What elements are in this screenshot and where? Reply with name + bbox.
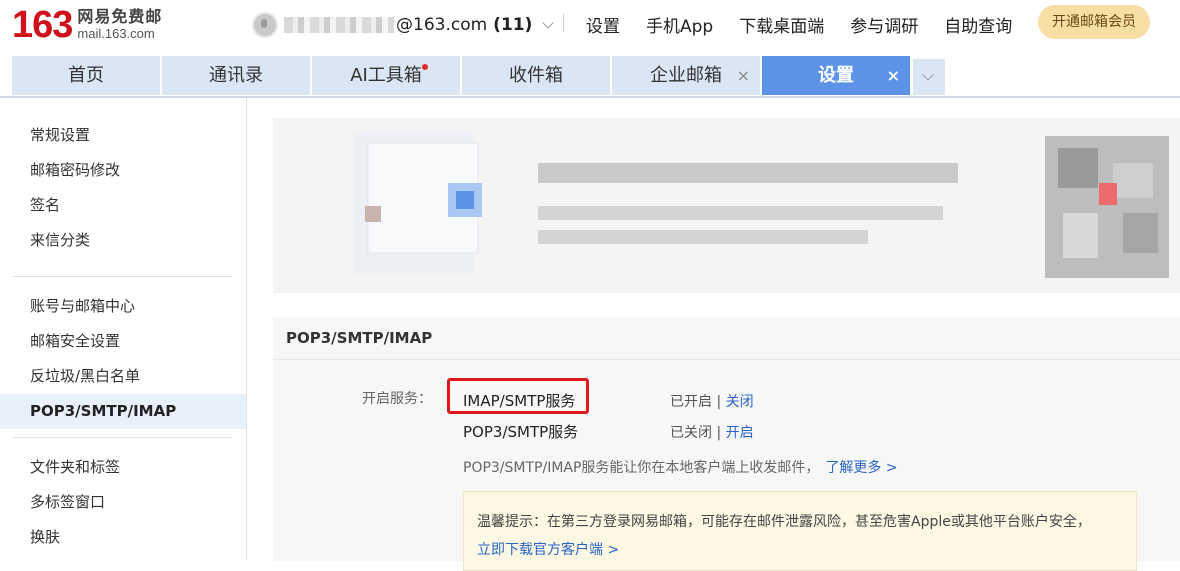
service-status-pop3: 已关闭 | 开启 xyxy=(670,422,754,442)
close-icon[interactable]: × xyxy=(887,56,900,95)
sidebar-item-signature[interactable]: 签名 xyxy=(0,188,246,223)
status-separator: | xyxy=(716,425,722,441)
sidebar-group: 常规设置 邮箱密码修改 签名 来信分类 xyxy=(0,98,246,268)
sidebar-item-skin[interactable]: 换肤 xyxy=(0,520,246,555)
link-download-desktop[interactable]: 下载桌面端 xyxy=(739,12,824,37)
service-label: 开启服务： xyxy=(362,391,432,407)
redacted-account-name xyxy=(284,17,394,33)
netease-mail-logo[interactable]: 163 网易免费邮 mail.163.com xyxy=(12,4,162,46)
service-name-pop3: POP3/SMTP服务 xyxy=(463,423,579,441)
tab-bar: 首页 通讯录 AI工具箱 收件箱 企业邮箱 × 设置 × xyxy=(0,56,1180,98)
tab-enterprise-mail[interactable]: 企业邮箱 × xyxy=(612,56,760,95)
sidebar-group: 文件夹和标签 多标签窗口 换肤 xyxy=(0,438,246,565)
account-menu[interactable]: @163.com (11) xyxy=(252,12,555,38)
status-separator: | xyxy=(716,394,722,410)
tip-text: 温馨提示：在第三方登录网易邮箱，可能存在邮件泄露风险，甚至危害Apple或其他平… xyxy=(477,514,1091,530)
chevron-down-icon[interactable] xyxy=(542,17,555,29)
service-status-imap: 已开启 | 关闭 xyxy=(670,391,754,411)
link-survey[interactable]: 参与调研 xyxy=(850,12,918,37)
close-icon[interactable]: × xyxy=(737,56,750,95)
settings-sidebar: 常规设置 邮箱密码修改 签名 来信分类 账号与邮箱中心 邮箱安全设置 反垃圾/黑… xyxy=(0,98,247,561)
status-text: 已开启 xyxy=(670,394,712,410)
link-mobile-app[interactable]: 手机App xyxy=(646,12,713,37)
header-divider xyxy=(563,14,564,32)
account-email-suffix: @163.com xyxy=(396,15,488,35)
sidebar-item-password[interactable]: 邮箱密码修改 xyxy=(0,153,246,188)
logo-number: 163 xyxy=(12,4,73,46)
description-text: POP3/SMTP/IMAP服务能让你在本地客户端上收发邮件， xyxy=(463,460,820,476)
vip-membership-button[interactable]: 开通邮箱会员 xyxy=(1038,5,1150,39)
top-links: 设置 手机App 下载桌面端 参与调研 自助查询 xyxy=(586,12,1038,37)
service-description: POP3/SMTP/IMAP服务能让你在本地客户端上收发邮件， 了解更多 > xyxy=(463,457,898,477)
logo-domain: mail.163.com xyxy=(77,26,155,41)
download-client-link[interactable]: 立即下载官方客户端 > xyxy=(477,536,1136,564)
panel-title: POP3/SMTP/IMAP xyxy=(273,317,1180,360)
sidebar-item-account-center[interactable]: 账号与邮箱中心 xyxy=(0,289,246,324)
avatar xyxy=(252,12,278,38)
link-settings[interactable]: 设置 xyxy=(586,12,620,37)
tab-label: 企业邮箱 xyxy=(650,65,722,86)
new-badge-dot xyxy=(422,64,428,70)
sidebar-group: 账号与邮箱中心 邮箱安全设置 反垃圾/黑白名单 POP3/SMTP/IMAP xyxy=(0,277,246,439)
link-self-service[interactable]: 自助查询 xyxy=(944,12,1012,37)
sidebar-item-folders-tags[interactable]: 文件夹和标签 xyxy=(0,450,246,485)
tab-inbox[interactable]: 收件箱 xyxy=(462,56,610,95)
chevron-down-icon xyxy=(922,69,934,81)
tab-settings[interactable]: 设置 × xyxy=(762,56,910,95)
tab-label: 收件箱 xyxy=(509,65,563,86)
enable-pop3-link[interactable]: 开启 xyxy=(726,425,754,441)
tab-label: AI工具箱 xyxy=(350,65,422,86)
status-text: 已关闭 xyxy=(670,425,712,441)
tab-ai-tools[interactable]: AI工具箱 xyxy=(312,56,460,95)
sidebar-item-multi-tab[interactable]: 多标签窗口 xyxy=(0,485,246,520)
tab-home[interactable]: 首页 xyxy=(12,56,160,95)
tab-overflow-button[interactable] xyxy=(913,59,945,95)
sidebar-item-pop3-smtp-imap[interactable]: POP3/SMTP/IMAP xyxy=(0,394,246,429)
sidebar-item-general[interactable]: 常规设置 xyxy=(0,118,246,153)
promo-banner[interactable] xyxy=(273,118,1180,293)
logo-title: 网易免费邮 xyxy=(77,7,163,26)
tab-label: 首页 xyxy=(68,65,104,86)
tab-label: 通讯录 xyxy=(209,65,263,86)
service-name-imap: IMAP/SMTP服务 xyxy=(463,392,576,410)
top-header: 163 网易免费邮 mail.163.com @163.com (11) 设置 … xyxy=(0,0,1180,52)
security-tip-box: 温馨提示：在第三方登录网易邮箱，可能存在邮件泄露风险，甚至危害Apple或其他平… xyxy=(463,491,1137,571)
sidebar-item-security[interactable]: 邮箱安全设置 xyxy=(0,324,246,359)
tab-label: 设置 xyxy=(818,65,854,86)
sidebar-item-antispam[interactable]: 反垃圾/黑白名单 xyxy=(0,359,246,394)
tab-contacts[interactable]: 通讯录 xyxy=(162,56,310,95)
sidebar-item-mail-rules[interactable]: 来信分类 xyxy=(0,223,246,258)
disable-imap-link[interactable]: 关闭 xyxy=(726,394,754,410)
unread-count: (11) xyxy=(493,15,533,35)
learn-more-link[interactable]: 了解更多 > xyxy=(825,460,897,476)
blurred-banner-image xyxy=(353,133,1169,278)
